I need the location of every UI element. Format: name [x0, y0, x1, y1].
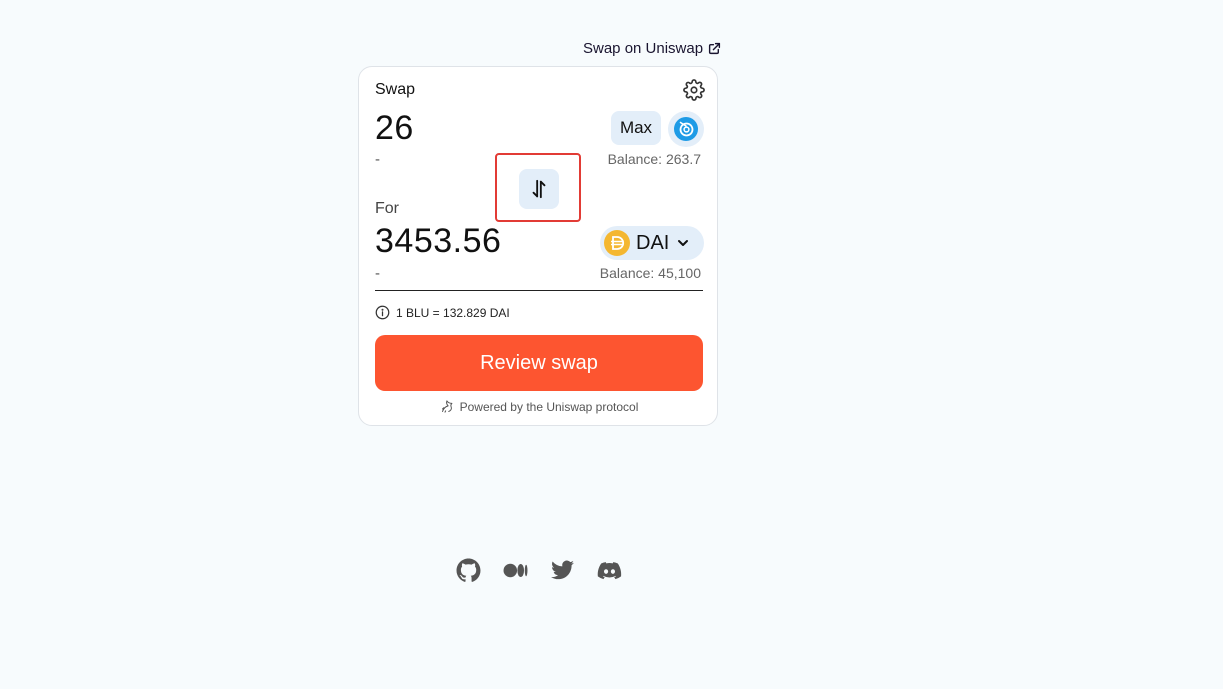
swap-title: Swap [375, 81, 416, 98]
output-balance: Balance: 45,100 [599, 265, 701, 281]
flip-tokens-button[interactable] [519, 169, 559, 209]
output-token-selector[interactable]: DAI [600, 226, 704, 260]
discord-icon[interactable] [597, 558, 622, 583]
swap-on-uniswap-label: Swap on Uniswap [583, 40, 704, 57]
swap-widget: Swap 26 - Max Balance: 263.7 For 3453.56… [358, 66, 718, 426]
output-token-symbol: DAI [636, 231, 670, 254]
input-amount-field[interactable]: 26 [375, 109, 414, 148]
dai-token-icon [604, 230, 630, 256]
gear-icon[interactable] [683, 79, 705, 101]
max-button[interactable]: Max [611, 111, 661, 145]
swap-arrows-icon [532, 179, 546, 199]
medium-icon[interactable] [503, 558, 528, 583]
chevron-down-icon [678, 240, 689, 246]
powered-by[interactable]: Powered by the Uniswap protocol [359, 399, 719, 414]
input-balance: Balance: 263.7 [607, 151, 701, 167]
social-links [456, 558, 622, 583]
input-usd-value: - [375, 151, 380, 168]
divider [375, 290, 703, 291]
output-amount-field[interactable]: 3453.56 [375, 222, 501, 261]
powered-by-label: Powered by the Uniswap protocol [459, 399, 639, 414]
external-link-icon [708, 42, 721, 55]
exchange-rate-text: 1 BLU = 132.829 DAI [396, 305, 510, 320]
github-icon[interactable] [456, 558, 481, 583]
input-token-selector[interactable] [668, 111, 704, 147]
output-usd-value: - [375, 265, 380, 282]
swap-on-uniswap-link[interactable]: Swap on Uniswap [583, 40, 721, 57]
twitter-icon[interactable] [550, 558, 575, 583]
blu-token-icon [674, 117, 698, 141]
exchange-rate[interactable]: 1 BLU = 132.829 DAI [375, 305, 510, 320]
uniswap-unicorn-icon [441, 400, 452, 413]
info-icon [375, 305, 390, 320]
review-swap-button[interactable]: Review swap [375, 335, 703, 391]
output-label: For [375, 200, 399, 217]
